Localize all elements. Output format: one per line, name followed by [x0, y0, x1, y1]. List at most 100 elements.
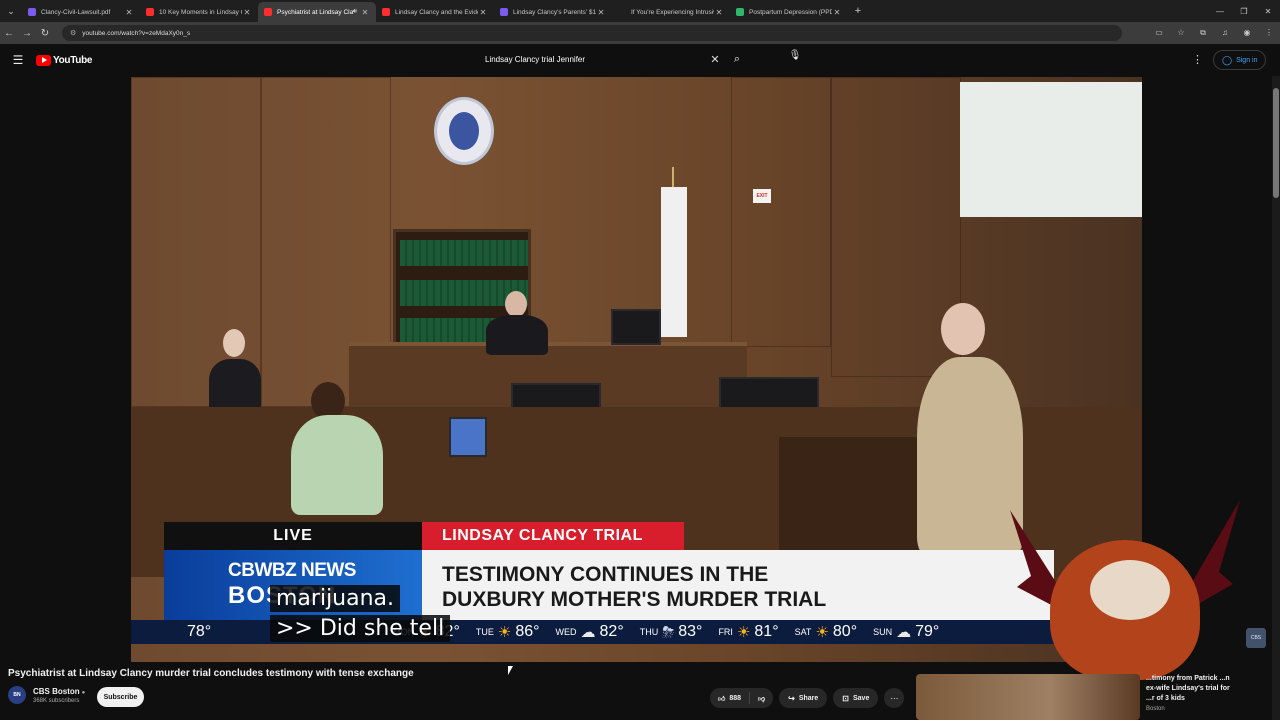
forecast-temp: 80°: [832, 623, 858, 640]
tab-favicon-icon: [736, 8, 744, 16]
tab-title: If You're Experiencing Intrusiv: [631, 8, 714, 16]
thumbs-up-icon: 👍︎: [718, 695, 726, 703]
close-tab-icon[interactable]: ✕: [714, 8, 724, 17]
site-info-icon[interactable]: ⚙: [70, 29, 76, 37]
book-shelf: [400, 240, 528, 266]
bookmark-star-icon[interactable]: ☆: [1170, 28, 1192, 38]
forward-icon[interactable]: →: [18, 28, 36, 39]
sun-icon: ☀: [497, 624, 512, 641]
url-field[interactable]: ⚙ youtube.com/watch?v=zeMdaXy0n_s: [62, 25, 1122, 41]
share-label: Share: [798, 694, 819, 702]
browser-tab-strip: ⌄ Clancy-Civil-Lawsuit.pdf ✕ 10 Key Moment…: [0, 0, 1280, 22]
browser-tab[interactable]: 10 Key Moments in Lindsay Cla ✕: [140, 2, 258, 22]
profile-icon[interactable]: ◉: [1236, 28, 1258, 38]
scrollbar-thumb[interactable]: [1273, 88, 1279, 198]
share-button[interactable]: ↪ Share: [779, 688, 828, 708]
verified-icon: ●: [81, 689, 86, 696]
forecast-temp: 86°: [515, 623, 540, 640]
witness: [209, 359, 261, 411]
voice-search-icon[interactable]: 🎙︎: [786, 50, 804, 68]
tab-title: Lindsay Clancy and the Eviden: [395, 8, 478, 16]
search-box[interactable]: Lindsay Clancy trial Jennifer ✕ ⌕: [477, 49, 749, 69]
media-controls-icon[interactable]: ♫: [1214, 28, 1236, 38]
recommended-thumbnail[interactable]: [916, 674, 1140, 720]
reload-icon[interactable]: ↻: [36, 28, 54, 39]
page-scrollbar[interactable]: [1272, 76, 1280, 720]
forecast-day-name: TUE: [475, 627, 494, 637]
browser-tab[interactable]: If You're Experiencing Intrusiv ✕: [612, 2, 730, 22]
laptop: [449, 417, 487, 457]
url-text: youtube.com/watch?v=zeMdaXy0n_s: [82, 29, 191, 37]
whiteboard: [960, 82, 1142, 217]
trial-tag: LINDSAY CLANCY TRIAL: [422, 522, 684, 550]
closed-captions: marijuana. >> Did she tell: [270, 585, 451, 645]
forecast-day: SUN ☁ 79°: [873, 623, 939, 641]
close-tab-icon[interactable]: ✕: [124, 8, 134, 17]
forecast-day-name: SUN: [873, 627, 893, 637]
recommended-channel[interactable]: Boston: [1146, 706, 1236, 712]
guide-menu-icon[interactable]: ☰: [0, 53, 36, 67]
tab-title: Lindsay Clancy's Parents' $1 Mi: [513, 8, 596, 16]
save-button[interactable]: ⊡ Save: [833, 688, 879, 708]
bookmark-icon: ⊡: [842, 693, 849, 703]
attorney: [291, 415, 383, 515]
minimize-icon[interactable]: —: [1208, 7, 1232, 16]
headline-line1: TESTIMONY CONTINUES IN THE: [442, 563, 769, 586]
caption-line: >> Did she tell: [270, 615, 451, 642]
channel-name[interactable]: CBS Boston: [33, 687, 80, 696]
recommended-title[interactable]: ...timony from Patrick ...n ex-wife Lind…: [1146, 674, 1236, 704]
channel-info[interactable]: BN CBS Boston ● 368K subscribers: [8, 686, 85, 704]
subscribe-button[interactable]: Subscribe: [97, 687, 144, 707]
state-seal: [434, 97, 494, 165]
search-input[interactable]: Lindsay Clancy trial Jennifer: [477, 55, 705, 64]
headline: TESTIMONY CONTINUES IN THE DUXBURY MOTHE…: [422, 550, 1054, 620]
close-tab-icon[interactable]: ✕: [596, 8, 606, 17]
dislike-button[interactable]: 👎︎: [750, 688, 773, 708]
browser-menu-icon[interactable]: ⋮: [1258, 28, 1280, 38]
tab-favicon-icon: [618, 8, 626, 16]
exit-sign: EXIT: [753, 189, 771, 203]
forecast-temp: 79°: [915, 623, 940, 640]
close-tab-icon[interactable]: ✕: [360, 8, 370, 17]
address-bar-row: ← → ↻ ⚙ youtube.com/watch?v=zeMdaXy0n_s …: [0, 22, 1280, 44]
recommended-video[interactable]: ...timony from Patrick ...n ex-wife Lind…: [916, 674, 1256, 720]
browser-tab[interactable]: Lindsay Clancy's Parents' $1 Mi ✕: [494, 2, 612, 22]
browser-tab[interactable]: Lindsay Clancy and the Eviden ✕: [376, 2, 494, 22]
youtube-header: ☰ YouTube Lindsay Clancy trial Jennifer …: [0, 44, 1280, 76]
close-tab-icon[interactable]: ✕: [242, 8, 252, 17]
video-title: Psychiatrist at Lindsay Clancy murder tr…: [8, 668, 414, 679]
forecast-temp: 81°: [754, 623, 779, 640]
browser-tab[interactable]: Clancy-Civil-Lawsuit.pdf ✕: [22, 2, 140, 22]
browser-tab[interactable]: Psychiatrist at Lindsay Clan 🔊︎ ✕: [258, 2, 376, 22]
cast-icon[interactable]: ▭: [1148, 28, 1170, 38]
clear-search-icon[interactable]: ✕: [705, 53, 725, 66]
back-icon[interactable]: ←: [0, 28, 18, 39]
close-tab-icon[interactable]: ✕: [832, 8, 842, 17]
search-icon[interactable]: ⌕: [725, 53, 749, 66]
tab-search-icon[interactable]: ⌄: [0, 0, 22, 22]
more-actions-icon[interactable]: ⋯: [884, 688, 905, 708]
sign-in-label: Sign in: [1236, 56, 1258, 64]
close-tab-icon[interactable]: ✕: [478, 8, 488, 17]
like-button[interactable]: 👍︎ 888: [710, 688, 749, 708]
new-tab-button[interactable]: +: [848, 5, 868, 17]
browser-tab[interactable]: Postpartum Depression (PPD) ✕: [730, 2, 848, 22]
youtube-logo[interactable]: YouTube: [36, 54, 93, 66]
sign-in-button[interactable]: ◯ Sign in: [1213, 50, 1267, 70]
extensions-icon[interactable]: ⧉: [1192, 28, 1214, 38]
forecast-day: SAT ☀ 80°: [795, 623, 858, 641]
settings-menu-icon[interactable]: ⋮: [1192, 53, 1203, 66]
close-window-icon[interactable]: ✕: [1256, 7, 1280, 16]
video-actions: 👍︎ 888 👎︎ ↪ Share ⊡ Save ⋯: [710, 688, 905, 708]
flag: [661, 187, 687, 337]
save-label: Save: [853, 694, 870, 702]
tstorm-icon: ⛈: [662, 623, 675, 641]
channel-avatar[interactable]: BN: [8, 686, 26, 704]
tab-favicon-icon: [28, 8, 36, 16]
wall-panel: [131, 77, 261, 407]
cloud-icon: ☁: [896, 624, 912, 641]
forecast-temp: 82°: [599, 623, 624, 640]
channel-watermark[interactable]: CBS: [1246, 628, 1266, 648]
tab-audio-icon[interactable]: 🔊︎: [353, 8, 357, 16]
restore-icon[interactable]: ❐: [1232, 7, 1256, 16]
